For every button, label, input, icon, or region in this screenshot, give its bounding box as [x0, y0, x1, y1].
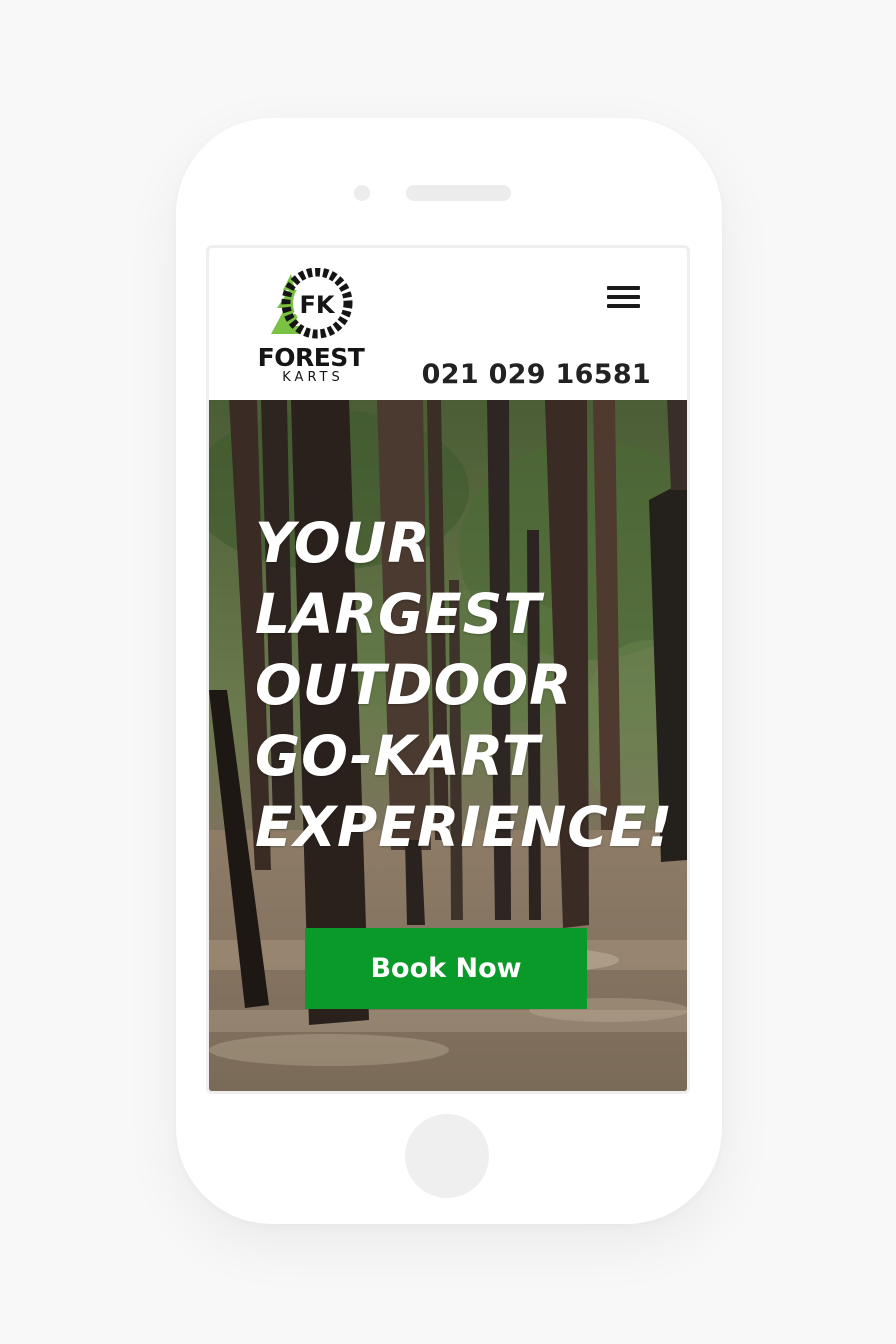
site-header: FK FOREST KARTS 021 029 16581: [209, 248, 687, 400]
phone-screen: FK FOREST KARTS 021 029 16581 YOUR LARGE…: [206, 245, 690, 1094]
logo-initials: FK: [300, 291, 336, 319]
phone-number-link[interactable]: 021 029 16581: [422, 359, 651, 390]
logo-mark: FK: [271, 268, 353, 339]
hero-section: YOUR LARGEST OUTDOOR GO-KART EXPERIENCE!…: [209, 400, 687, 1091]
hero-heading-line: EXPERIENCE!: [255, 795, 674, 859]
hero-heading-line: YOUR: [255, 511, 431, 575]
logo-subtitle: KARTS: [282, 370, 344, 385]
phone-home-button[interactable]: [405, 1114, 489, 1198]
hero-heading-line: GO-KART: [255, 724, 541, 788]
mockup-stage: FK FOREST KARTS 021 029 16581 YOUR LARGE…: [0, 0, 896, 1344]
hero-heading-line: LARGEST: [255, 582, 542, 646]
hero-heading-line: OUTDOOR: [255, 653, 573, 717]
book-now-button[interactable]: Book Now: [305, 928, 587, 1009]
hamburger-menu-icon[interactable]: [605, 282, 643, 312]
brand-logo[interactable]: FK FOREST KARTS: [253, 268, 369, 388]
phone-speaker: [406, 185, 511, 201]
logo-name: FOREST: [257, 343, 365, 372]
phone-camera: [354, 185, 370, 201]
hero-heading: YOUR LARGEST OUTDOOR GO-KART EXPERIENCE!: [255, 508, 675, 863]
